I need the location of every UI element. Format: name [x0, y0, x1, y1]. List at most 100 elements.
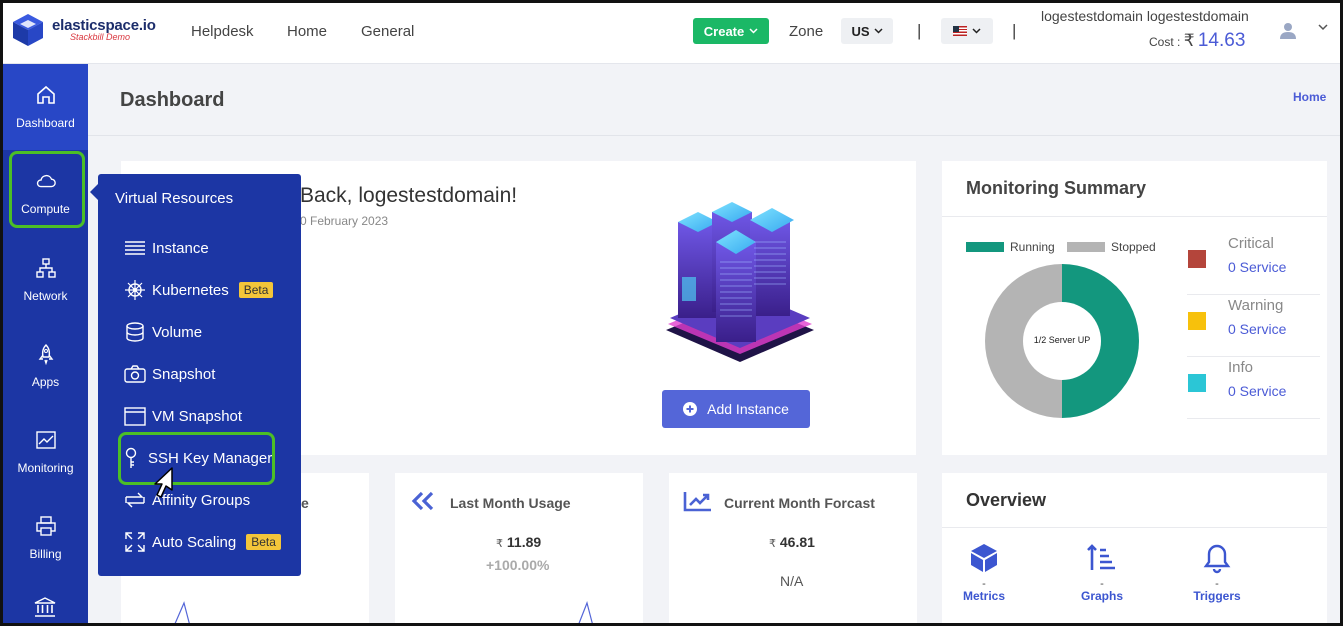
trend-chart-icon	[683, 492, 711, 512]
nav-helpdesk[interactable]: Helpdesk	[191, 23, 254, 40]
overview-label: Triggers	[1193, 589, 1241, 603]
create-label: Create	[703, 23, 745, 39]
currency-symbol: ₹	[769, 538, 776, 550]
sort-icon	[1087, 544, 1115, 570]
brand-tagline: Stackbill Demo	[70, 32, 131, 42]
severity-value[interactable]: 0 Service	[1228, 383, 1286, 399]
donut-center-label: 1/2 Server UP	[1033, 335, 1091, 345]
zone-select[interactable]: US	[841, 18, 893, 44]
chart-icon	[35, 431, 56, 449]
brand-name: elasticspace.io	[52, 17, 156, 34]
zone-label: Zone	[789, 23, 824, 40]
sidebar-item-billing[interactable]: Billing	[3, 495, 88, 581]
cost-label: Cost :	[1149, 35, 1181, 49]
account-cost: Cost : ₹ 14.63	[1149, 30, 1245, 52]
chevron-down-icon[interactable]	[1318, 24, 1328, 31]
sparkline	[577, 601, 594, 626]
menu-item-label: Instance	[152, 239, 209, 257]
stat-change: +100.00%	[486, 557, 550, 573]
sidebar-item-monitoring[interactable]: Monitoring	[3, 409, 88, 495]
brand-logo[interactable]: elasticspace.io Stackbill Demo	[10, 12, 156, 48]
sidebar-item-label: Network	[23, 289, 68, 303]
divider: |	[917, 21, 922, 40]
nav-general[interactable]: General	[361, 23, 414, 40]
severity-value[interactable]: 0 Service	[1228, 321, 1286, 337]
cost-value: 14.63	[1197, 30, 1246, 51]
bell-icon	[1203, 544, 1231, 574]
ssh-key-highlight	[118, 432, 275, 485]
menu-item-instance[interactable]: Instance	[124, 234, 209, 262]
overview-metrics[interactable]: - Metrics	[944, 542, 1024, 603]
menu-item-auto-scaling[interactable]: Auto Scaling Beta	[124, 528, 281, 556]
severity-label: Info	[1228, 359, 1254, 376]
info-swatch	[1188, 374, 1206, 392]
overview-title: Overview	[966, 490, 1047, 510]
chevron-down-icon	[749, 28, 758, 34]
menu-item-kubernetes[interactable]: Kubernetes Beta	[124, 276, 274, 304]
beta-badge: Beta	[238, 282, 274, 298]
legend-label: Running	[1010, 240, 1055, 254]
top-bar: elasticspace.io Stackbill Demo Helpdesk …	[0, 0, 1343, 64]
severity-critical: Critical 0 Service	[1187, 233, 1320, 295]
monitoring-title: Monitoring Summary	[966, 178, 1147, 198]
severity-info: Info 0 Service	[1187, 357, 1320, 419]
chevron-down-icon	[874, 28, 883, 34]
list-icon	[125, 241, 145, 255]
compute-highlight	[9, 151, 85, 228]
sidebar-item-network[interactable]: Network	[3, 237, 88, 323]
card-divider	[942, 216, 1327, 217]
plus-circle-icon	[683, 402, 698, 416]
user-avatar-icon[interactable]	[1280, 22, 1296, 40]
divider: |	[1012, 21, 1017, 40]
stat-note: N/A	[780, 573, 804, 589]
beta-badge: Beta	[246, 534, 281, 550]
helm-icon	[125, 280, 145, 300]
bank-icon[interactable]	[33, 595, 57, 619]
us-flag-icon	[953, 26, 967, 36]
add-instance-label: Add Instance	[707, 401, 789, 417]
critical-swatch	[1188, 250, 1206, 268]
swap-icon	[125, 492, 145, 508]
network-icon	[35, 258, 56, 278]
mouse-pointer-icon	[154, 467, 173, 498]
create-button[interactable]: Create	[693, 18, 769, 44]
sidebar-item-dashboard[interactable]: Dashboard	[3, 64, 88, 150]
stat-value: ₹ 46.81	[769, 534, 815, 550]
legend-swatch	[966, 242, 1004, 252]
sidebar-item-apps[interactable]: Apps	[3, 323, 88, 409]
welcome-title: Back, logestestdomain!	[300, 184, 518, 207]
severity-label: Critical	[1228, 235, 1274, 252]
menu-item-affinity-groups[interactable]: Affinity Groups	[124, 486, 250, 514]
menu-item-label: VM Snapshot	[152, 407, 243, 425]
sidebar: Dashboard Compute Network Apps Monitorin…	[3, 64, 88, 626]
window-icon	[124, 407, 146, 426]
overview-value: -	[1100, 578, 1104, 590]
double-chevron-left-icon	[411, 491, 434, 511]
menu-item-vm-snapshot[interactable]: VM Snapshot	[124, 402, 242, 430]
page-title: Dashboard	[120, 89, 225, 111]
severity-label: Warning	[1228, 297, 1284, 314]
warning-swatch	[1188, 312, 1206, 330]
header-divider	[88, 135, 1340, 136]
sparkline	[173, 601, 191, 626]
language-select[interactable]	[941, 18, 993, 44]
menu-item-label: Volume	[152, 323, 203, 341]
breadcrumb[interactable]: Home	[1293, 90, 1326, 104]
nav-home[interactable]: Home	[287, 23, 327, 40]
currency-symbol: ₹	[496, 538, 503, 550]
overview-triggers[interactable]: - Triggers	[1177, 542, 1257, 603]
menu-item-volume[interactable]: Volume	[124, 318, 202, 346]
menu-item-label: Auto Scaling	[152, 533, 237, 551]
rocket-icon	[38, 344, 53, 365]
sidebar-item-label: Apps	[31, 375, 60, 389]
legend-stopped: Stopped	[1067, 240, 1156, 254]
stat-amount: 11.89	[506, 534, 542, 550]
severity-value[interactable]: 0 Service	[1228, 259, 1286, 275]
menu-item-snapshot[interactable]: Snapshot	[124, 360, 215, 388]
overview-value: -	[1215, 578, 1219, 590]
legend-label: Stopped	[1111, 240, 1156, 254]
stat-title: Last Month Usage	[450, 495, 571, 511]
sidebar-item-label: Monitoring	[17, 461, 74, 475]
overview-graphs[interactable]: - Graphs	[1062, 542, 1142, 603]
add-instance-button[interactable]: Add Instance	[662, 390, 810, 428]
